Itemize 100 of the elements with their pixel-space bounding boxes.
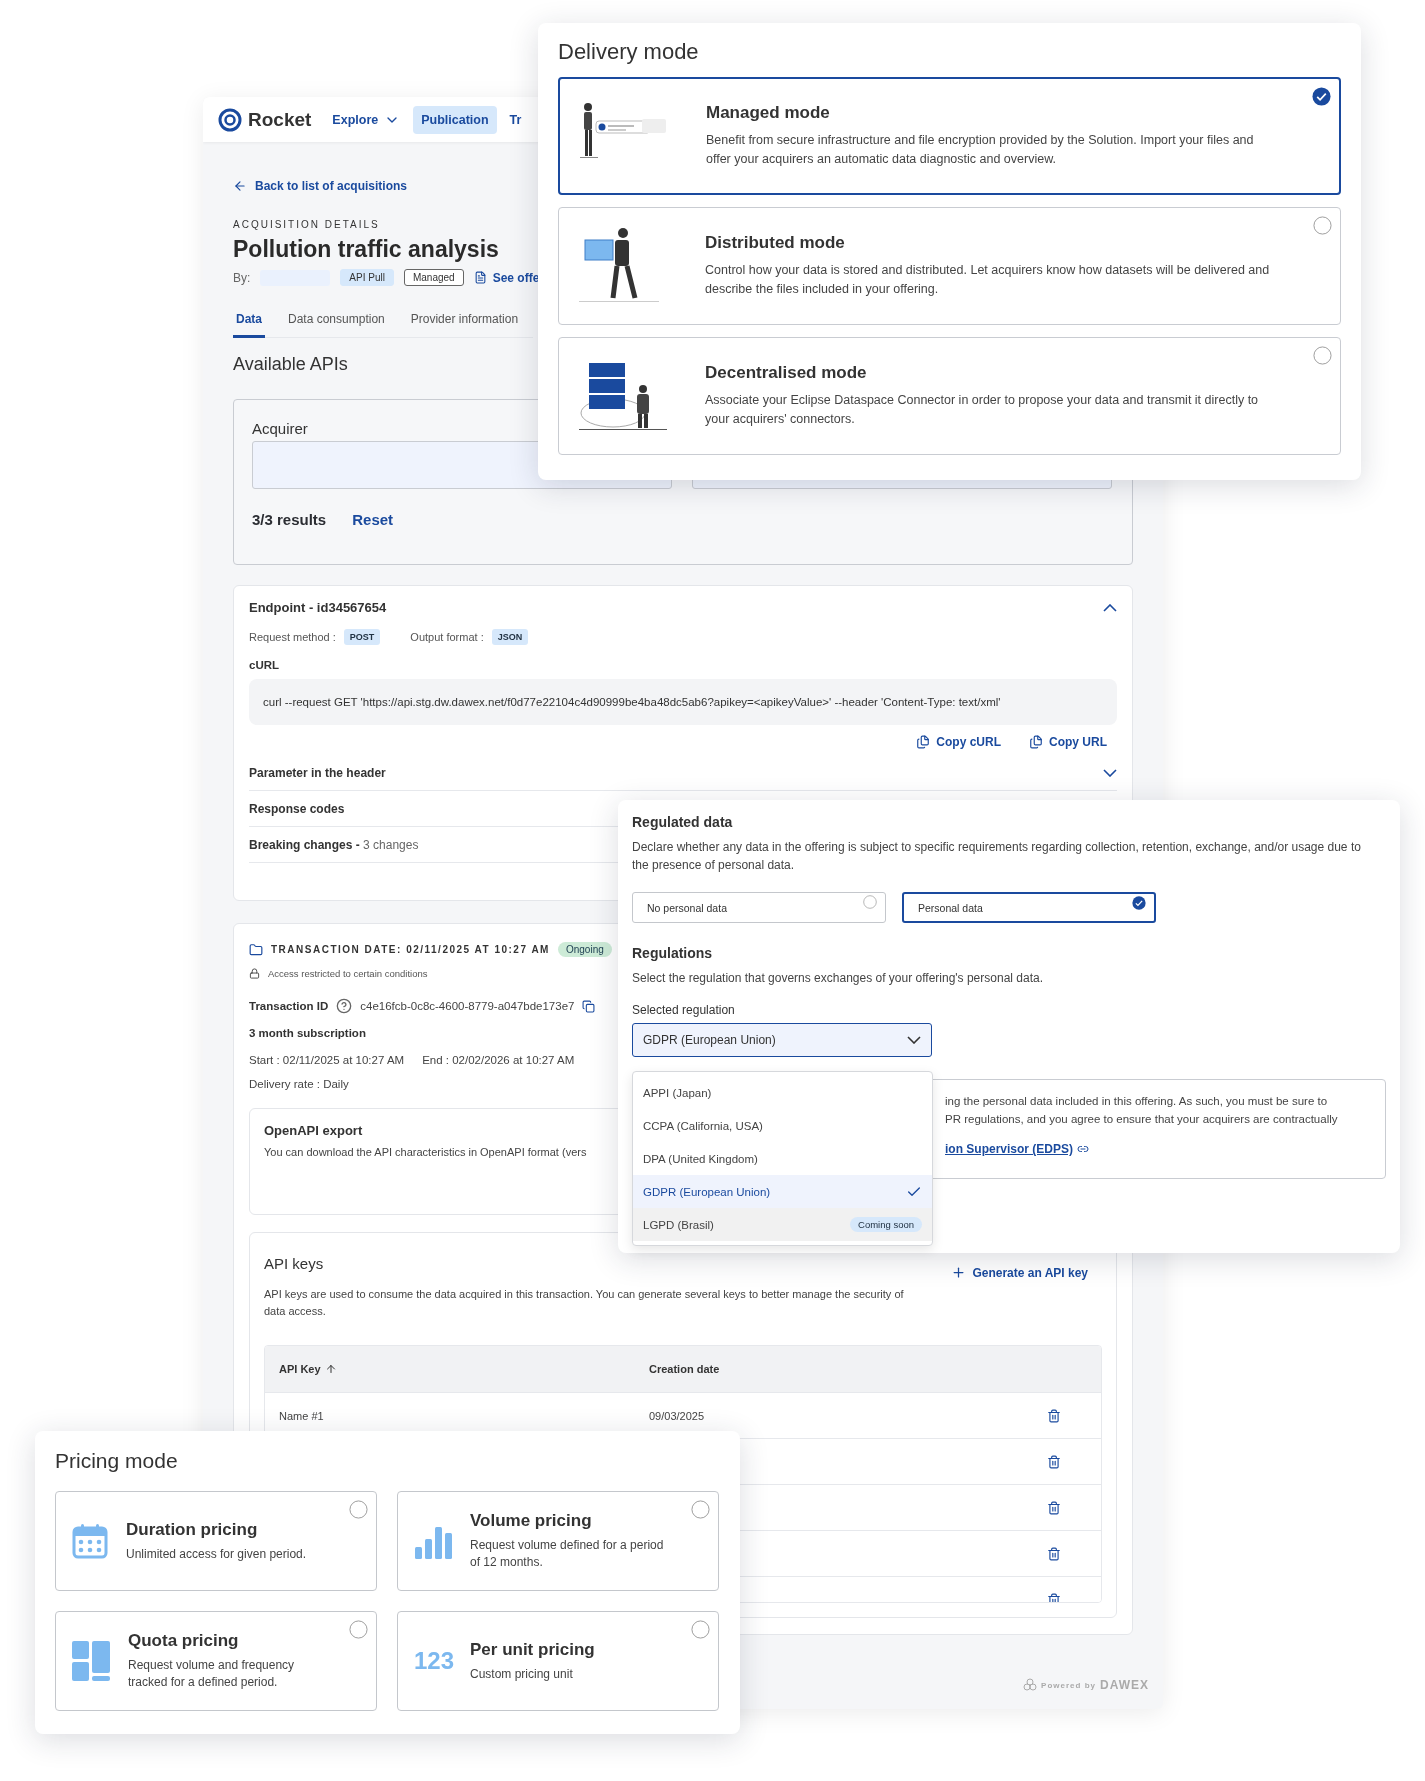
nav-item[interactable]: Explore: [324, 104, 409, 135]
folder-icon: [249, 942, 263, 957]
delivery-rate: Delivery rate : Daily: [249, 1078, 349, 1090]
panel-title: Regulated data: [632, 814, 734, 830]
pricing-option[interactable]: Quota pricing Request volume and frequency tracked for a defined period.: [55, 1611, 377, 1711]
results-count: 3/3 results: [252, 511, 327, 528]
tag: Managed: [403, 269, 464, 286]
choice-option[interactable]: No personal data: [632, 892, 886, 923]
supervisor-link[interactable]: ion Supervisor (EDPS): [945, 1142, 1090, 1156]
format-tag: JSON: [491, 629, 529, 645]
copy-link[interactable]: Copy URL: [1029, 735, 1107, 749]
radio-button[interactable]: [691, 1620, 710, 1639]
checked-radio[interactable]: [1132, 896, 1146, 910]
back-link[interactable]: Back to list of acquisitions: [233, 179, 408, 193]
accordion-title[interactable]: Breaking changes - 3 changes: [249, 837, 419, 852]
column-header[interactable]: API Key: [279, 1363, 649, 1375]
tab[interactable]: Provider information: [407, 306, 522, 338]
menu-item[interactable]: CCPA (California, USA): [633, 1109, 932, 1142]
powered-by-label: Powered by: [1041, 1680, 1096, 1690]
option-text: Request volume defined for a period of 12 months.: [470, 1537, 665, 1571]
plus-icon: [951, 1265, 967, 1280]
subscription-label: 3 month subscription: [249, 1027, 366, 1039]
status-tag: Ongoing: [557, 942, 612, 957]
brand-name: Rocket: [248, 108, 312, 131]
option-text: Control how your data is stored and distributed. Let acquirers know how datasets will be delivered and describe the files included in your offering.: [705, 262, 1270, 298]
choice-option[interactable]: Personal data: [902, 892, 1156, 923]
access-note: Access restricted to certain conditions: [268, 968, 428, 979]
card-title: API keys: [264, 1255, 324, 1272]
nav-item[interactable]: Tr: [501, 105, 530, 134]
chevron-up-icon: [1103, 603, 1117, 612]
field-label: Request method :: [249, 631, 336, 643]
mode-option[interactable]: Decentralised mode Associate your Eclipse Dataspace Connector in order to propose your data and transmit it directly to your acquirers' connectors.: [558, 337, 1341, 455]
table-cell-text: Name #1: [279, 1409, 325, 1422]
method-tag: POST: [343, 629, 381, 645]
accordion-title[interactable]: Parameter in the header: [249, 765, 386, 780]
copy-link[interactable]: Copy cURL: [916, 735, 1001, 749]
calendar-icon: [72, 1523, 108, 1559]
mode-option[interactable]: Managed mode Benefit from secure infrastructure and file encryption provided by the Solution. Import your files and offer your acquirers an automatic data diagnostic and overview.: [558, 77, 1341, 195]
trash-icon: [1047, 1500, 1061, 1515]
radio-button[interactable]: [1313, 216, 1332, 235]
notice-text: ing the personal data included in this offering. As such, you must be sure to: [945, 1094, 1329, 1109]
option-title: Distributed mode: [705, 233, 846, 253]
panel-title: Delivery mode: [558, 39, 700, 65]
option-text: Benefit from secure infrastructure and file encryption provided by the Solution. Import your files and offer your acquirers an automatic data diagnostic and overview.: [706, 132, 1255, 168]
checked-radio[interactable]: [1312, 87, 1331, 106]
tab[interactable]: Data consumption: [285, 306, 388, 338]
table-cell-text: 09/03/2025: [649, 1409, 706, 1422]
collapse-button[interactable]: [1103, 603, 1117, 612]
generate-key-button[interactable]: Generate an API key: [951, 1265, 1088, 1280]
menu-item[interactable]: GDPR (European Union): [633, 1175, 932, 1208]
menu-item[interactable]: APPI (Japan): [633, 1076, 932, 1109]
radio-button[interactable]: [349, 1620, 368, 1639]
sort-arrow-icon: [324, 1363, 337, 1375]
trash-icon: [1047, 1546, 1061, 1561]
page-title: Pollution traffic analysis: [233, 236, 499, 263]
numbers-icon: 123: [414, 1647, 452, 1675]
tag: API Pull: [340, 269, 394, 286]
expand-button[interactable]: [1103, 768, 1117, 777]
section-text: Select the regulation that governs exchanges of your offering's personal data.: [632, 970, 1044, 987]
menu-item[interactable]: DPA (United Kingdom): [633, 1142, 932, 1175]
notice-text: PR regulations, and you agree to ensure that your acquirers are contractually: [945, 1112, 1339, 1127]
trash-icon: [1047, 1592, 1061, 1602]
radio-button[interactable]: [691, 1500, 710, 1519]
radio-button[interactable]: [349, 1500, 368, 1519]
card-text: You can download the API characteristics in OpenAPI format (vers: [264, 1145, 587, 1160]
reset-button[interactable]: Reset: [352, 511, 394, 528]
nav-item[interactable]: Publication: [413, 105, 497, 134]
mode-option[interactable]: Distributed mode Control how your data is stored and distributed. Let acquirers know how datasets will be delivered and describe the files included in your offering.: [558, 207, 1341, 325]
copy-icon: [1029, 735, 1043, 749]
endpoint-title: Endpoint - id34567654: [249, 600, 387, 615]
card-title: OpenAPI export: [264, 1123, 363, 1138]
option-text: Associate your Eclipse Dataspace Connector in order to propose your data and transmit it directly to your acquirers' connectors.: [705, 392, 1260, 428]
trash-icon: [1047, 1454, 1061, 1469]
end-date: End : 02/02/2026 at 10:27 AM: [422, 1054, 575, 1066]
copy-icon[interactable]: [582, 999, 596, 1013]
radio-button[interactable]: [1313, 346, 1332, 365]
panel-text: Declare whether any data in the offering is subject to specific requirements regarding collection, retention, exchange, and/or usage due to the presence of personal data.: [632, 839, 1362, 874]
offer-link[interactable]: See offe: [473, 270, 540, 285]
field-label: Selected regulation: [632, 1003, 736, 1017]
chevron-down-icon: [907, 1036, 921, 1044]
tab[interactable]: Data: [233, 306, 265, 338]
chevron-down-icon: [1103, 768, 1117, 777]
pricing-option[interactable]: Volume pricing Request volume defined for a period of 12 months.: [397, 1491, 719, 1591]
help-icon[interactable]: [336, 998, 353, 1014]
copy-icon: [916, 735, 931, 749]
pricing-option[interactable]: Duration pricing Unlimited access for given period.: [55, 1491, 377, 1591]
lock-icon: [249, 968, 260, 979]
regulation-select[interactable]: GDPR (European Union): [632, 1023, 932, 1057]
field-label: Transaction ID: [249, 1000, 329, 1012]
code-block: curl --request GET 'https://api.stg.dw.dawex.net/f0d77e22104c4d90999be4ba48dc5ab6?apikey=<apikeyValue>' --header 'Content-Type: text/xml': [249, 679, 1117, 725]
card-text: API keys are used to consume the data acquired in this transaction. You can generate several keys to better manage the security of data access.: [264, 1287, 904, 1319]
author-label: By:: [233, 270, 251, 285]
option-title: Quota pricing: [128, 1631, 240, 1651]
radio-button[interactable]: [863, 895, 877, 909]
field-label: Acquirer: [252, 420, 308, 437]
section-title: Available APIs: [233, 354, 348, 375]
link-icon: [1077, 1143, 1090, 1155]
option-title: Duration pricing: [126, 1519, 259, 1540]
section-label: ACQUISITION DETAILS: [233, 219, 381, 230]
accordion-title[interactable]: Response codes: [249, 801, 345, 816]
